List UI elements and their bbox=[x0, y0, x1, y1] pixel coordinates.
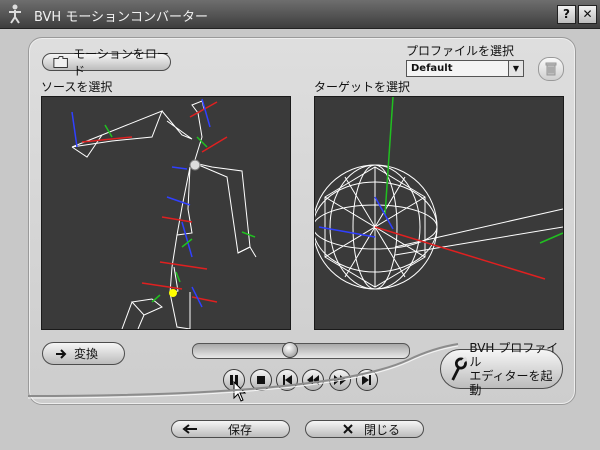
trash-icon bbox=[545, 62, 557, 76]
rewind-icon bbox=[307, 375, 319, 385]
fast-forward-button[interactable] bbox=[329, 369, 351, 391]
skip-end-icon bbox=[362, 375, 371, 385]
window-title: BVH モーションコンバーター bbox=[34, 10, 209, 25]
motion-converter-window: BVH モーションコンバーター ? ✕ モーションをロード プロファイルを選択 … bbox=[0, 0, 600, 450]
target-label: ターゲットを選択 bbox=[314, 80, 411, 94]
rewind-button[interactable] bbox=[302, 369, 324, 391]
help-button[interactable]: ? bbox=[557, 5, 576, 24]
source-skeleton bbox=[71, 98, 257, 329]
timeline-slider-thumb[interactable] bbox=[282, 342, 298, 358]
stop-button[interactable] bbox=[250, 369, 272, 391]
arrow-left-icon bbox=[182, 424, 197, 434]
mouse-cursor-icon bbox=[233, 381, 247, 402]
editor-button-line1: BVH プロファイル bbox=[469, 341, 559, 369]
wrench-icon bbox=[451, 356, 468, 381]
close-label: 閉じる bbox=[364, 422, 401, 437]
source-viewport[interactable] bbox=[41, 96, 291, 330]
editor-button-line2: エディターを起動 bbox=[469, 369, 553, 397]
delete-profile-button[interactable] bbox=[538, 57, 564, 81]
skip-to-start-button[interactable] bbox=[276, 369, 298, 391]
close-button[interactable]: 閉じる bbox=[305, 420, 424, 438]
folder-icon bbox=[53, 56, 68, 68]
skip-to-end-button[interactable] bbox=[356, 369, 378, 391]
timeline-slider[interactable] bbox=[192, 342, 410, 359]
save-label: 保存 bbox=[228, 422, 253, 437]
skip-start-icon bbox=[283, 375, 292, 385]
arrow-right-icon bbox=[56, 348, 67, 359]
stop-icon bbox=[257, 376, 265, 384]
close-window-button[interactable]: ✕ bbox=[578, 5, 597, 24]
convert-button[interactable]: 変換 bbox=[42, 342, 125, 365]
profile-select[interactable]: Default ▼ bbox=[406, 60, 524, 77]
figure-icon bbox=[9, 4, 21, 24]
profile-select-value: Default bbox=[411, 63, 453, 74]
target-skeleton bbox=[315, 97, 563, 290]
fast-forward-icon bbox=[334, 375, 346, 385]
save-button[interactable]: 保存 bbox=[171, 420, 290, 438]
profile-label: プロファイルを選択 bbox=[406, 44, 515, 58]
target-viewport[interactable] bbox=[314, 96, 564, 330]
launch-profile-editor-button[interactable]: BVH プロファイル エディターを起動 bbox=[440, 341, 563, 397]
source-label: ソースを選択 bbox=[41, 80, 113, 94]
chevron-down-icon: ▼ bbox=[508, 61, 523, 76]
load-motion-button[interactable]: モーションをロード bbox=[42, 47, 171, 78]
title-bar: BVH モーションコンバーター ? ✕ bbox=[0, 0, 600, 29]
x-icon bbox=[343, 424, 353, 434]
convert-label: 変換 bbox=[74, 347, 99, 361]
load-motion-label: モーションをロード bbox=[73, 47, 169, 78]
